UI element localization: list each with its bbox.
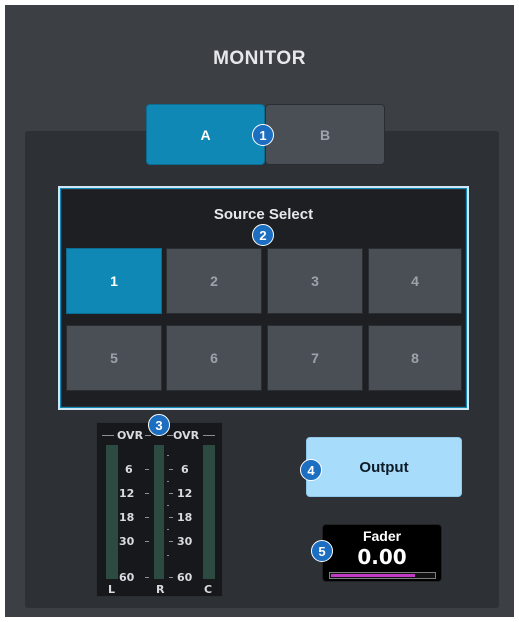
meter-tick-minor <box>167 505 169 506</box>
meter-scale-left-60: 60 <box>119 571 135 584</box>
meter-ovr-dash <box>167 435 173 436</box>
meter-ovr-dash <box>145 435 151 436</box>
meter-tick-minor <box>167 529 169 530</box>
output-button[interactable]: Output <box>306 437 462 497</box>
source-button-8[interactable]: 8 <box>368 325 462 391</box>
fader-level-track <box>329 572 436 579</box>
meter-tick <box>145 541 149 542</box>
meter-channel-r: R <box>156 583 165 596</box>
meter-bar-center <box>203 445 215 579</box>
output-label: Output <box>359 458 409 476</box>
callout-badge-4: 4 <box>300 459 322 481</box>
meter-bar-right <box>154 445 164 579</box>
meter-scale-right-60: 60 <box>177 571 193 584</box>
monitor-a-button[interactable]: A <box>146 104 265 165</box>
source-button-6[interactable]: 6 <box>166 325 262 391</box>
meter-scale-left-18: 18 <box>119 511 135 524</box>
meter-ovr-dash <box>203 435 215 436</box>
monitor-b-button[interactable]: B <box>265 104 385 165</box>
source-select-title: Source Select <box>213 206 314 223</box>
level-meter: OVR OVR 6 12 18 30 60 6 12 18 30 60 L R … <box>96 422 223 597</box>
meter-tick <box>145 493 149 494</box>
fader-level-fill <box>331 574 416 577</box>
source-button-3[interactable]: 3 <box>267 248 363 314</box>
meter-tick <box>169 541 173 542</box>
meter-scale-left-6: 6 <box>125 463 133 476</box>
meter-tick <box>169 469 173 470</box>
meter-tick-minor <box>167 455 169 456</box>
meter-tick <box>169 493 173 494</box>
meter-scale-right-30: 30 <box>177 535 193 548</box>
fader-label: Fader <box>362 528 402 544</box>
meter-tick-minor <box>167 481 169 482</box>
meter-tick <box>169 517 173 518</box>
meter-tick <box>145 469 149 470</box>
fader-value: 0.00 <box>357 545 407 569</box>
meter-ovr-right: OVR <box>173 429 200 442</box>
meter-tick <box>169 577 173 578</box>
monitor-a-label: A <box>200 126 211 143</box>
source-button-1[interactable]: 1 <box>66 248 162 314</box>
meter-scale-right-12: 12 <box>177 487 193 500</box>
callout-badge-5: 5 <box>311 540 333 562</box>
meter-channel-c: C <box>204 583 213 596</box>
meter-ovr-dash <box>102 435 114 436</box>
meter-tick <box>145 577 149 578</box>
meter-tick-minor <box>167 555 169 556</box>
source-button-5[interactable]: 5 <box>66 325 162 391</box>
source-button-7[interactable]: 7 <box>267 325 363 391</box>
meter-scale-left-30: 30 <box>119 535 135 548</box>
meter-tick <box>145 517 149 518</box>
monitor-title: MONITOR <box>213 48 306 69</box>
source-button-2[interactable]: 2 <box>166 248 262 314</box>
source-button-4[interactable]: 4 <box>368 248 462 314</box>
callout-badge-2: 2 <box>252 224 274 246</box>
meter-bar-left <box>106 445 118 579</box>
callout-badge-3: 3 <box>148 414 170 436</box>
meter-scale-right-6: 6 <box>181 463 189 476</box>
callout-badge-1: 1 <box>252 124 274 146</box>
meter-scale-right-18: 18 <box>177 511 193 524</box>
monitor-b-label: B <box>319 126 331 143</box>
fader-display[interactable]: Fader 0.00 <box>322 524 442 582</box>
meter-scale-left-12: 12 <box>119 487 135 500</box>
meter-ovr-left: OVR <box>117 429 144 442</box>
meter-channel-l: L <box>108 583 116 596</box>
